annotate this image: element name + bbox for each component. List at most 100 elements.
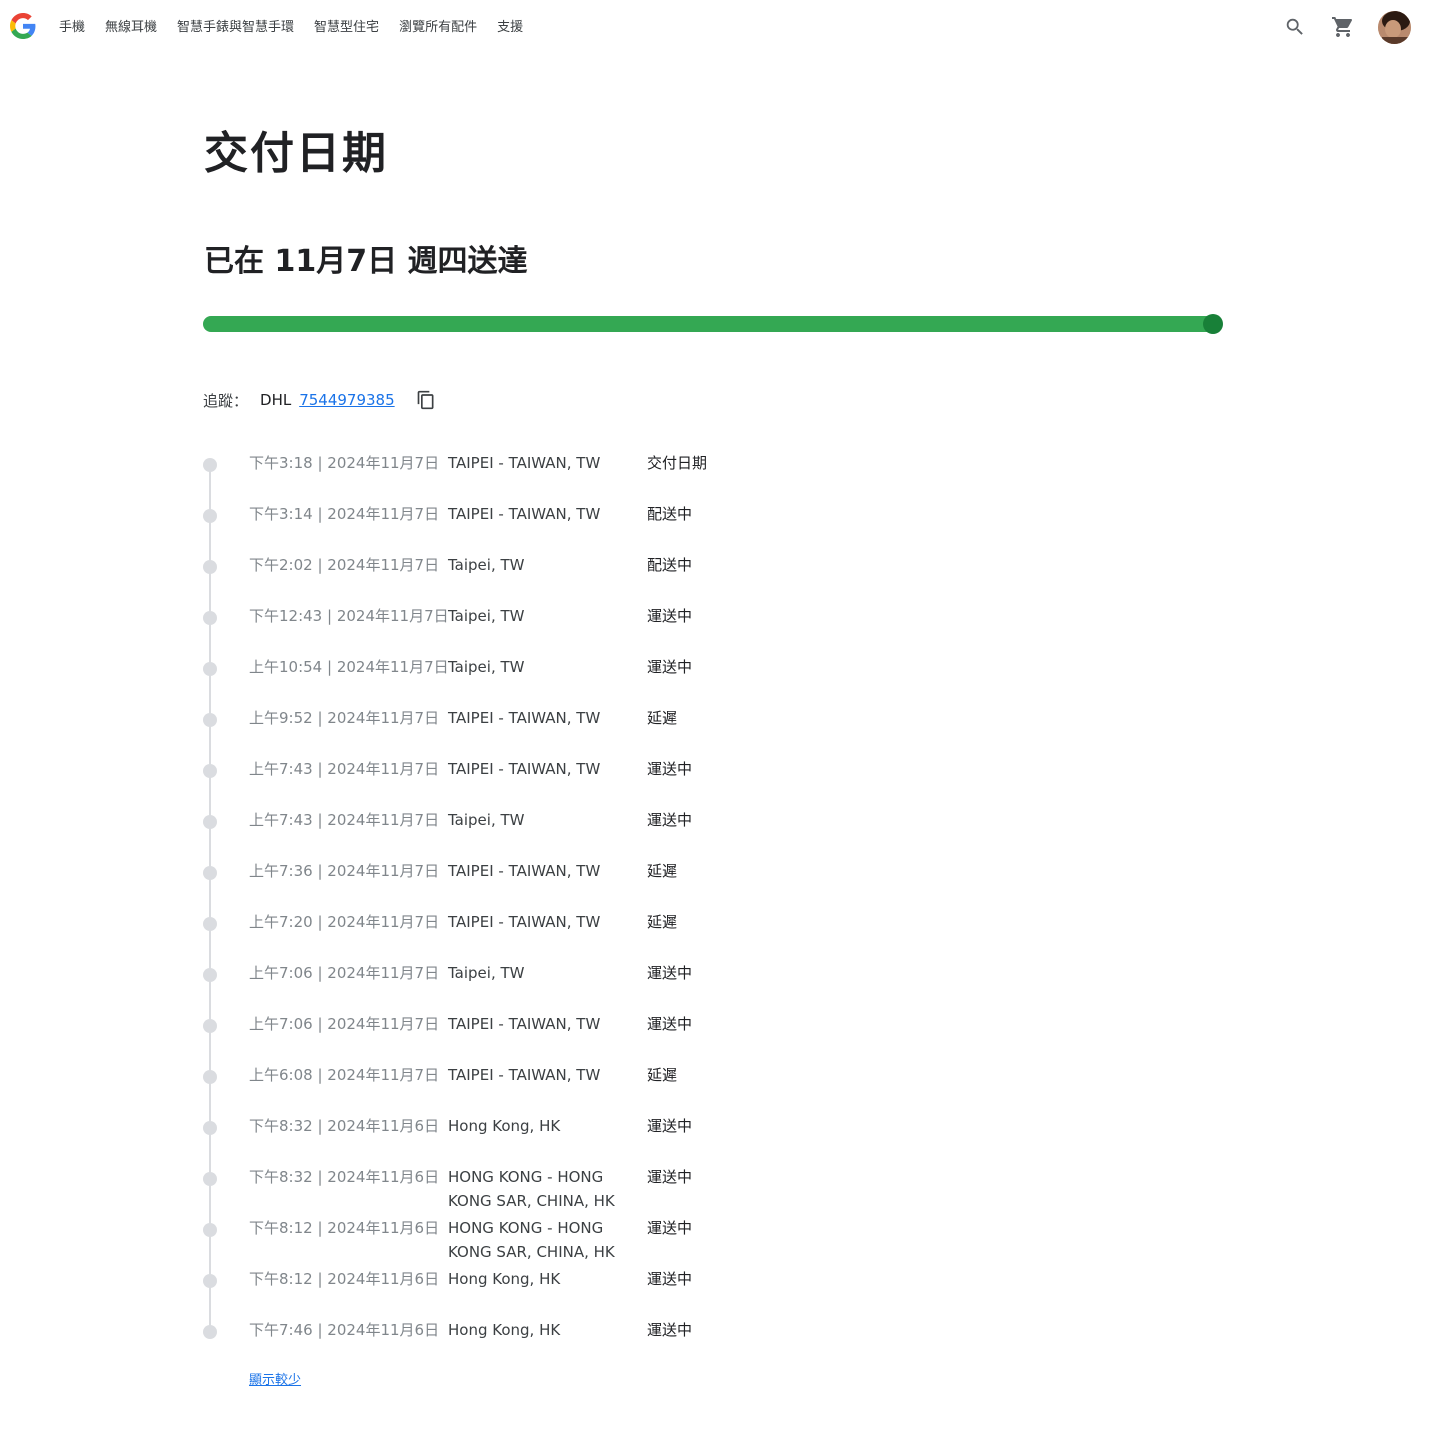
timeline-event: 上午9:52 | 2024年11月7日 TAIPEI - TAIWAN, TW 延遲 xyxy=(0,706,1431,756)
carrier-name: DHL xyxy=(260,391,292,409)
timeline-dot xyxy=(203,1172,217,1186)
event-location: TAIPEI - TAIWAN, TW xyxy=(448,709,601,727)
timeline-dot xyxy=(203,866,217,880)
timeline-event: 下午8:32 | 2024年11月6日 HONG KONG - HONG KONG… xyxy=(0,1165,1431,1215)
top-navigation-bar: 手機 無線耳機 智慧手錶與智慧手環 智慧型住宅 瀏覽所有配件 支援 xyxy=(0,0,1431,56)
event-status: 運送中 xyxy=(647,1015,693,1033)
event-time: 上午7:43 | 2024年11月7日 xyxy=(249,811,440,829)
timeline-dot xyxy=(203,713,217,727)
event-time: 上午10:54 | 2024年11月7日 xyxy=(249,658,449,676)
timeline-event: 下午8:32 | 2024年11月6日 Hong Kong, HK 運送中 xyxy=(0,1114,1431,1164)
timeline-event: 下午3:18 | 2024年11月7日 TAIPEI - TAIWAN, TW 交付… xyxy=(0,451,1431,501)
user-avatar[interactable] xyxy=(1378,11,1411,44)
event-time: 上午7:20 | 2024年11月7日 xyxy=(249,913,440,931)
event-status: 運送中 xyxy=(647,658,693,676)
timeline-dot xyxy=(203,1274,217,1288)
event-time: 上午7:36 | 2024年11月7日 xyxy=(249,862,440,880)
timeline-event: 下午2:02 | 2024年11月7日 Taipei, TW 配送中 xyxy=(0,553,1431,603)
nav-item-earbuds[interactable]: 無線耳機 xyxy=(105,18,157,38)
timeline-dot xyxy=(203,458,217,472)
event-location: Taipei, TW xyxy=(448,658,525,676)
progress-knob xyxy=(1203,314,1223,334)
timeline-dot xyxy=(203,1121,217,1135)
nav-item-support[interactable]: 支援 xyxy=(497,18,523,38)
event-time: 上午7:06 | 2024年11月7日 xyxy=(249,964,440,982)
event-location: TAIPEI - TAIWAN, TW xyxy=(448,913,601,931)
event-status: 運送中 xyxy=(647,760,693,778)
timeline-event: 下午7:46 | 2024年11月6日 Hong Kong, HK 運送中 xyxy=(0,1318,1431,1368)
timeline-event: 下午3:14 | 2024年11月7日 TAIPEI - TAIWAN, TW 配送… xyxy=(0,502,1431,552)
timeline-dot xyxy=(203,764,217,778)
google-logo-icon[interactable] xyxy=(10,13,36,39)
event-location: Taipei, TW xyxy=(448,811,525,829)
event-status: 運送中 xyxy=(647,811,693,829)
event-status: 運送中 xyxy=(647,607,693,625)
timeline-dot xyxy=(203,968,217,982)
timeline-event: 上午7:36 | 2024年11月7日 TAIPEI - TAIWAN, TW 延遲 xyxy=(0,859,1431,909)
event-status: 運送中 xyxy=(647,1321,693,1339)
event-status: 配送中 xyxy=(647,505,693,523)
event-status: 延遲 xyxy=(647,1066,678,1084)
timeline-dot xyxy=(203,1070,217,1084)
timeline-dot xyxy=(203,509,217,523)
event-status: 延遲 xyxy=(647,913,678,931)
event-location: Taipei, TW xyxy=(448,607,525,625)
timeline-dot xyxy=(203,611,217,625)
event-location: Hong Kong, HK xyxy=(448,1270,561,1288)
event-location: Taipei, TW xyxy=(448,556,525,574)
event-time: 下午8:32 | 2024年11月6日 xyxy=(249,1117,440,1135)
timeline-dot xyxy=(203,917,217,931)
tracking-info: 追蹤： DHL 7544979385 xyxy=(203,387,437,413)
event-location: TAIPEI - TAIWAN, TW xyxy=(448,760,601,778)
nav-item-accessories[interactable]: 瀏覽所有配件 xyxy=(399,18,477,38)
event-location: Hong Kong, HK xyxy=(448,1321,561,1339)
event-status: 運送中 xyxy=(647,964,693,982)
event-status: 運送中 xyxy=(647,1168,693,1186)
timeline-event: 下午8:12 | 2024年11月6日 HONG KONG - HONG KONG… xyxy=(0,1216,1431,1266)
main-nav: 手機 無線耳機 智慧手錶與智慧手環 智慧型住宅 瀏覽所有配件 支援 xyxy=(59,18,543,38)
timeline-event: 下午12:43 | 2024年11月7日 Taipei, TW 運送中 xyxy=(0,604,1431,654)
delivery-progress-bar xyxy=(203,314,1223,334)
event-location: TAIPEI - TAIWAN, TW xyxy=(448,454,601,472)
event-time: 上午7:43 | 2024年11月7日 xyxy=(249,760,440,778)
timeline-dot xyxy=(203,1223,217,1237)
nav-item-phones[interactable]: 手機 xyxy=(59,18,85,38)
timeline-dot xyxy=(203,662,217,676)
event-location: HONG KONG - HONG KONG SAR, CHINA, HK xyxy=(448,1219,615,1261)
page-title: 交付日期 xyxy=(204,128,388,179)
event-location: Hong Kong, HK xyxy=(448,1117,561,1135)
timeline-dot xyxy=(203,1019,217,1033)
nav-item-smart-home[interactable]: 智慧型住宅 xyxy=(314,18,379,38)
tracking-number-link[interactable]: 7544979385 xyxy=(299,391,394,409)
event-time: 下午8:12 | 2024年11月6日 xyxy=(249,1219,440,1237)
event-time: 下午3:18 | 2024年11月7日 xyxy=(249,454,440,472)
timeline-event: 上午7:20 | 2024年11月7日 TAIPEI - TAIWAN, TW 延遲 xyxy=(0,910,1431,960)
event-time: 下午8:12 | 2024年11月6日 xyxy=(249,1270,440,1288)
cart-icon[interactable] xyxy=(1330,14,1356,40)
timeline-event: 下午8:12 | 2024年11月6日 Hong Kong, HK 運送中 xyxy=(0,1267,1431,1317)
event-status: 交付日期 xyxy=(647,454,708,472)
event-time: 下午3:14 | 2024年11月7日 xyxy=(249,505,440,523)
event-location: TAIPEI - TAIWAN, TW xyxy=(448,862,601,880)
timeline-event: 上午6:08 | 2024年11月7日 TAIPEI - TAIWAN, TW 延遲 xyxy=(0,1063,1431,1113)
event-location: TAIPEI - TAIWAN, TW xyxy=(448,1015,601,1033)
timeline-event: 上午7:06 | 2024年11月7日 TAIPEI - TAIWAN, TW 運送… xyxy=(0,1012,1431,1062)
timeline-event: 上午7:43 | 2024年11月7日 Taipei, TW 運送中 xyxy=(0,808,1431,858)
event-time: 下午2:02 | 2024年11月7日 xyxy=(249,556,440,574)
delivery-status-heading: 已在 11月7日 週四送達 xyxy=(204,244,528,279)
event-time: 上午7:06 | 2024年11月7日 xyxy=(249,1015,440,1033)
timeline-dot xyxy=(203,1325,217,1339)
nav-item-watches[interactable]: 智慧手錶與智慧手環 xyxy=(177,18,294,38)
search-icon[interactable] xyxy=(1282,14,1308,40)
event-location: Taipei, TW xyxy=(448,964,525,982)
event-time: 上午9:52 | 2024年11月7日 xyxy=(249,709,440,727)
event-location: TAIPEI - TAIWAN, TW xyxy=(448,505,601,523)
event-time: 下午12:43 | 2024年11月7日 xyxy=(249,607,449,625)
event-time: 下午8:32 | 2024年11月6日 xyxy=(249,1168,440,1186)
show-less-link[interactable]: 顯示較少 xyxy=(249,1369,301,1388)
timeline-event: 上午7:06 | 2024年11月7日 Taipei, TW 運送中 xyxy=(0,961,1431,1011)
event-time: 下午7:46 | 2024年11月6日 xyxy=(249,1321,440,1339)
copy-icon[interactable] xyxy=(415,389,437,411)
event-time: 上午6:08 | 2024年11月7日 xyxy=(249,1066,440,1084)
event-status: 延遲 xyxy=(647,709,678,727)
